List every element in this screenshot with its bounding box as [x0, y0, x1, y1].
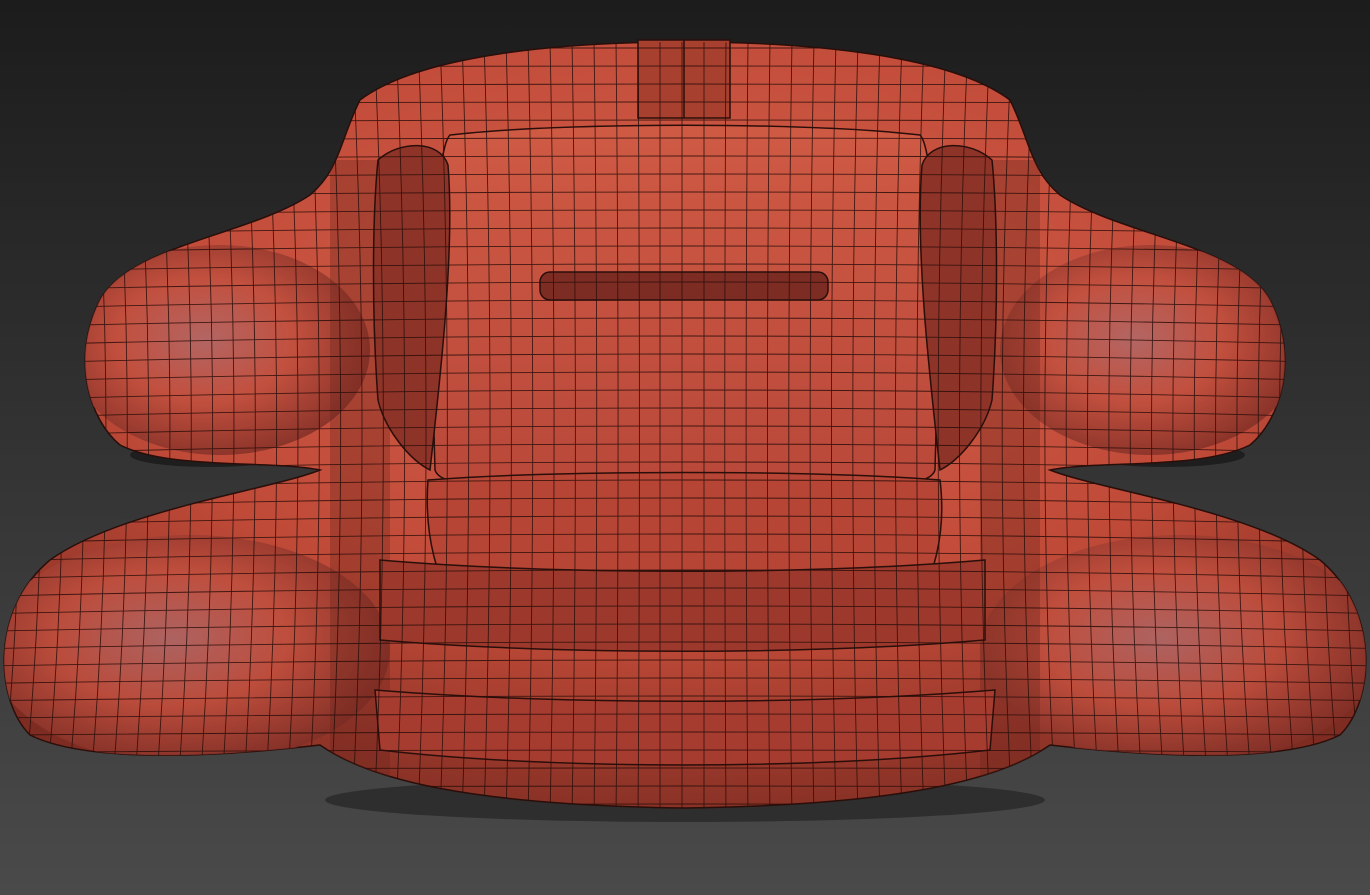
- rear-bumper: [374, 689, 996, 766]
- 3d-viewport[interactable]: [0, 0, 1370, 895]
- roof-slot: [539, 271, 829, 301]
- viewport-canvas[interactable]: [0, 0, 1370, 895]
- cabin-roof: [432, 124, 938, 493]
